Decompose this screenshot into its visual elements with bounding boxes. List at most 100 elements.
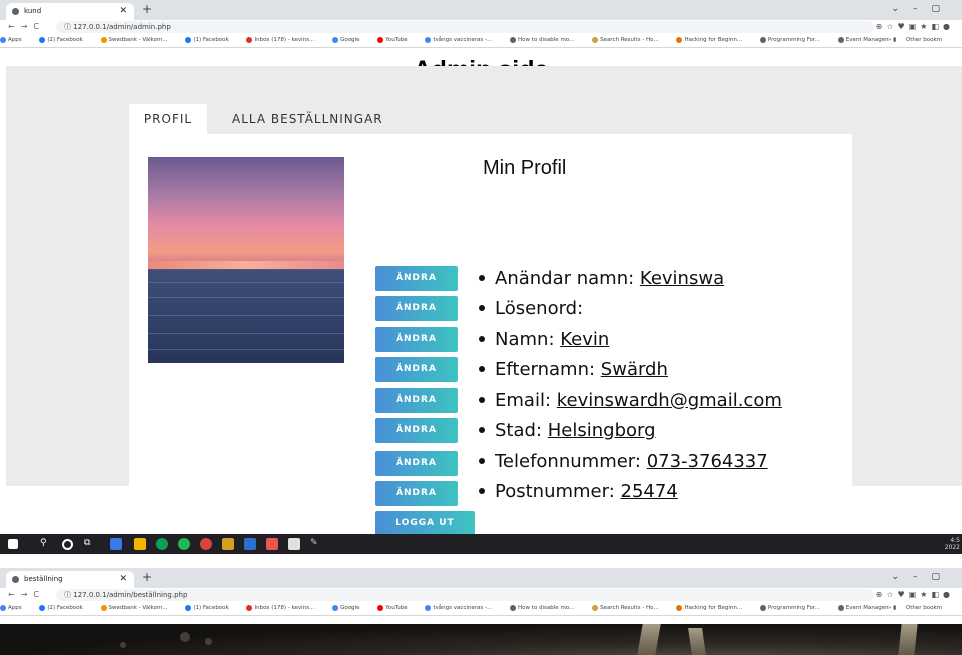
- field-zip: Postnummer: 25474: [479, 481, 678, 502]
- url-input[interactable]: ⓘ 127.0.0.1/admin/beställning.php: [56, 589, 874, 601]
- bookmark-item[interactable]: Search Results - Ho...: [592, 36, 667, 43]
- google-icon: [425, 604, 432, 611]
- globe-icon: [510, 36, 517, 43]
- tab-title: kund: [24, 7, 42, 15]
- gmail-icon: [246, 36, 253, 43]
- facebook-icon: [39, 36, 46, 43]
- bookmark-item[interactable]: Swedbank - Välkom...: [100, 604, 176, 611]
- bookmark-item[interactable]: Search Results - Ho...: [592, 604, 667, 611]
- apps-icon: [0, 604, 6, 611]
- tab-strip: beställning ✕ + ⌄–▢: [0, 568, 962, 588]
- spotify-icon[interactable]: [178, 538, 190, 550]
- app-icon[interactable]: ✎: [310, 538, 322, 550]
- bookmark-item[interactable]: Programming For...: [759, 604, 828, 611]
- field-value: Swärdh: [600, 359, 668, 380]
- bookmark-item[interactable]: (2) Facebook: [39, 604, 90, 611]
- card-title: Min Profil: [483, 157, 567, 179]
- window-controls[interactable]: ⌄–▢: [891, 4, 954, 14]
- swedbank-icon: [100, 604, 107, 611]
- google-icon: [425, 36, 432, 43]
- other-bookmarks[interactable]: » ▮ Other bookm: [887, 602, 950, 615]
- app-icon[interactable]: [222, 538, 234, 550]
- field-value: Kevinswa: [639, 268, 725, 289]
- browser-window-1: kund ✕ + ⌄–▢ ←→C ⓘ 127.0.0.1/admin/admin…: [0, 0, 962, 48]
- edit-lastname-button[interactable]: ÄNDRA: [375, 357, 458, 382]
- google-icon: [332, 36, 339, 43]
- bookmark-item[interactable]: (1) Facebook: [185, 36, 236, 43]
- clock[interactable]: 4:5 2022: [945, 537, 960, 551]
- bookmarks-bar: Apps (2) Facebook Swedbank - Välkom... (…: [0, 602, 962, 616]
- chrome-icon[interactable]: [200, 538, 212, 550]
- app-icon[interactable]: [110, 538, 122, 550]
- globe-icon: [837, 36, 844, 43]
- bookmark-item[interactable]: How to disable mo...: [510, 604, 582, 611]
- bookmark-item[interactable]: Inbox (178) - kevins...: [246, 604, 322, 611]
- close-tab-icon[interactable]: ✕: [119, 571, 127, 588]
- globe-icon: [759, 36, 766, 43]
- bookmark-item[interactable]: (1) Facebook: [185, 604, 236, 611]
- tab-title: beställning: [24, 575, 63, 583]
- bookmark-item[interactable]: Inbox (178) - kevins...: [246, 36, 322, 43]
- field-email: Email: kevinswardh@gmail.com: [479, 390, 782, 411]
- bookmark-item[interactable]: Google: [332, 36, 367, 43]
- edge-icon[interactable]: [156, 538, 168, 550]
- bookmark-item[interactable]: tvångs vaccineras -...: [425, 604, 500, 611]
- globe-icon: [12, 8, 19, 15]
- edit-username-button[interactable]: ÄNDRA: [375, 266, 458, 291]
- bookmarks-bar: Apps (2) Facebook Swedbank - Välkom... (…: [0, 34, 962, 48]
- bookmark-item[interactable]: (2) Facebook: [39, 36, 90, 43]
- globe-icon: [837, 604, 844, 611]
- edit-name-button[interactable]: ÄNDRA: [375, 327, 458, 352]
- edit-password-button[interactable]: ÄNDRA: [375, 296, 458, 321]
- bookmark-item[interactable]: How to disable mo...: [510, 36, 582, 43]
- bookmark-item[interactable]: YouTube: [377, 604, 415, 611]
- field-name: Namn: Kevin: [479, 329, 609, 350]
- site-icon: [676, 36, 683, 43]
- field-value: 25474: [620, 481, 678, 502]
- apps-icon: [0, 36, 6, 43]
- field-value: kevinswardh@gmail.com: [556, 390, 782, 411]
- bookmark-item[interactable]: Hacking for Beginn...: [676, 604, 750, 611]
- bookmark-apps[interactable]: Apps: [0, 604, 30, 611]
- info-icon: ⓘ: [64, 591, 74, 599]
- field-username: Anändar namn: Kevinswa: [479, 268, 724, 289]
- cortana-icon[interactable]: [62, 539, 73, 550]
- extension-icons[interactable]: ⊕☆♥▣★◧●: [876, 22, 954, 31]
- info-icon: ⓘ: [64, 23, 74, 31]
- edit-email-button[interactable]: ÄNDRA: [375, 388, 458, 413]
- new-tab-button[interactable]: +: [142, 570, 152, 584]
- window-controls[interactable]: ⌄–▢: [891, 572, 954, 582]
- order-page-hero-image: [0, 624, 962, 655]
- browser-tab[interactable]: kund ✕: [6, 3, 134, 20]
- edit-city-button[interactable]: ÄNDRA: [375, 418, 458, 443]
- browser-tab[interactable]: beställning ✕: [6, 571, 134, 588]
- bookmark-item[interactable]: Swedbank - Välkom...: [100, 36, 176, 43]
- tab-alla-bestallningar[interactable]: ALLA BESTÄLLNINGAR: [232, 104, 383, 134]
- windows-start-icon[interactable]: [8, 539, 18, 549]
- bookmark-item[interactable]: tvångs vaccineras -...: [425, 36, 500, 43]
- url-input[interactable]: ⓘ 127.0.0.1/admin/admin.php: [56, 21, 874, 33]
- bookmark-apps[interactable]: Apps: [0, 36, 30, 43]
- new-tab-button[interactable]: +: [142, 2, 152, 16]
- app-icon[interactable]: [244, 538, 256, 550]
- youtube-icon: [377, 604, 384, 611]
- extension-icons[interactable]: ⊕☆♥▣★◧●: [876, 590, 954, 599]
- bookmark-item[interactable]: Programming For...: [759, 36, 828, 43]
- tab-profil[interactable]: PROFIL: [129, 104, 207, 134]
- app-icon[interactable]: [266, 538, 278, 550]
- edit-zip-button[interactable]: ÄNDRA: [375, 481, 458, 506]
- app-icon[interactable]: [288, 538, 300, 550]
- bookmark-item[interactable]: Hacking for Beginn...: [676, 36, 750, 43]
- nav-buttons[interactable]: ←→C: [8, 22, 45, 31]
- other-bookmarks[interactable]: » ▮ Other bookm: [887, 34, 950, 47]
- search-icon[interactable]: ⚲: [40, 538, 52, 550]
- bookmark-item[interactable]: YouTube: [377, 36, 415, 43]
- file-explorer-icon[interactable]: [134, 538, 146, 550]
- logout-button[interactable]: LOGGA UT: [375, 511, 475, 536]
- nav-buttons[interactable]: ←→C: [8, 590, 45, 599]
- task-view-icon[interactable]: ⧉: [84, 538, 96, 550]
- edit-phone-button[interactable]: ÄNDRA: [375, 451, 458, 476]
- youtube-icon: [377, 36, 384, 43]
- bookmark-item[interactable]: Google: [332, 604, 367, 611]
- close-tab-icon[interactable]: ✕: [119, 3, 127, 20]
